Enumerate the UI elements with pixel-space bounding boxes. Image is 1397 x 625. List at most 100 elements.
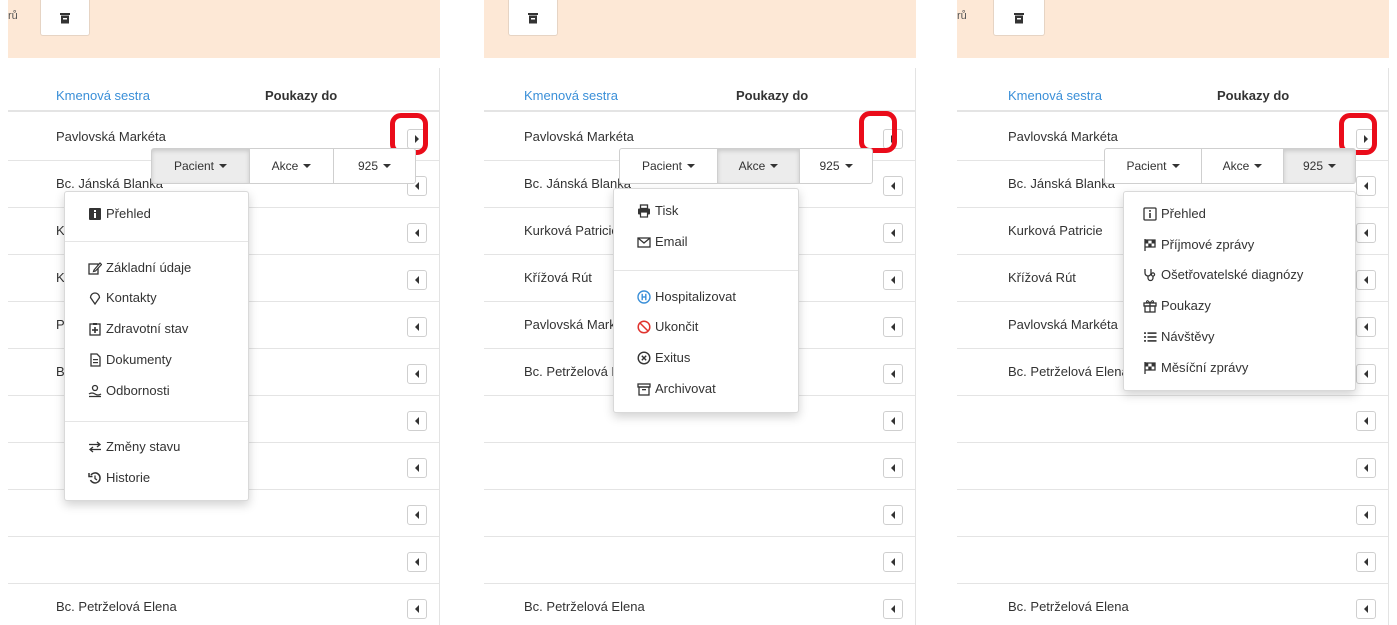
- row-collapse-button[interactable]: [883, 411, 903, 431]
- row-collapse-button[interactable]: [1356, 364, 1376, 384]
- table-row[interactable]: [957, 490, 1388, 537]
- menu-item-basic-info[interactable]: Základní údaje: [87, 260, 191, 275]
- table-row[interactable]: [957, 537, 1388, 584]
- col-vouchers-header[interactable]: Poukazy do: [1217, 88, 1289, 103]
- table-row[interactable]: [957, 396, 1388, 443]
- col-nurse-header[interactable]: Kmenová sestra: [1008, 88, 1102, 103]
- col-vouchers-header[interactable]: Poukazy do: [736, 88, 808, 103]
- table-row[interactable]: Bc. Petrželová Elena: [8, 584, 439, 625]
- row-collapse-button[interactable]: [1356, 411, 1376, 431]
- row-collapse-button[interactable]: [407, 317, 427, 337]
- row-collapse-button[interactable]: [883, 599, 903, 619]
- code-dropdown-button[interactable]: 925: [1284, 149, 1355, 183]
- trash-icon: [1014, 12, 1024, 23]
- row-collapse-button[interactable]: [407, 458, 427, 478]
- menu-item-label: Měsíční zprávy: [1161, 360, 1249, 375]
- col-vouchers-header[interactable]: Poukazy do: [265, 88, 337, 103]
- menu-item-label: Přehled: [1161, 206, 1206, 221]
- table-row[interactable]: Bc. Petrželová Elena: [957, 584, 1388, 625]
- code-dropdown-menu: Přehled Příjmové zprávy Ošetřovatelské d…: [1123, 191, 1356, 391]
- toolbar-truncated-label: rů: [957, 10, 967, 22]
- row-collapse-button[interactable]: [407, 223, 427, 243]
- caret-left-icon: [415, 323, 419, 331]
- row-collapse-button[interactable]: [407, 505, 427, 525]
- row-collapse-button[interactable]: [883, 458, 903, 478]
- col-nurse-header[interactable]: Kmenová sestra: [56, 88, 150, 103]
- row-collapse-button[interactable]: [883, 176, 903, 196]
- actions-dropdown-button[interactable]: Akce: [718, 149, 800, 183]
- menu-item-history[interactable]: Historie: [87, 470, 150, 485]
- row-collapse-button[interactable]: [1356, 599, 1376, 619]
- row-collapse-button[interactable]: [407, 599, 427, 619]
- row-collapse-button[interactable]: [883, 317, 903, 337]
- menu-item-archive[interactable]: Archivovat: [636, 381, 716, 396]
- nurse-name-cell: Pavlovská Markéta: [1008, 129, 1118, 144]
- delete-tab[interactable]: [993, 0, 1045, 36]
- row-collapse-button[interactable]: [407, 411, 427, 431]
- col-nurse-header[interactable]: Kmenová sestra: [524, 88, 618, 103]
- row-collapse-button[interactable]: [883, 364, 903, 384]
- menu-item-label: Základní údaje: [106, 260, 192, 275]
- menu-item-overview[interactable]: Přehled: [87, 206, 151, 221]
- menu-item-visits[interactable]: Návštěvy: [1142, 329, 1214, 344]
- nurse-name-cell: Křížová Rút: [524, 270, 592, 285]
- nurse-name-cell: Kurková Patricie: [524, 223, 619, 238]
- actions-dropdown-button[interactable]: Akce: [1202, 149, 1284, 183]
- table-row[interactable]: [8, 537, 439, 584]
- row-collapse-button[interactable]: [1356, 176, 1376, 196]
- row-collapse-button[interactable]: [883, 223, 903, 243]
- code-dropdown-button[interactable]: 925: [800, 149, 872, 183]
- patient-label: Pacient: [173, 159, 215, 173]
- menu-item-hospitalize[interactable]: Hospitalizovat: [636, 289, 736, 304]
- menu-item-label: Hospitalizovat: [655, 289, 736, 304]
- menu-item-terminate[interactable]: Ukončit: [636, 319, 698, 334]
- table-row[interactable]: [484, 537, 915, 584]
- actions-dropdown-button[interactable]: Akce: [250, 149, 334, 183]
- row-collapse-button[interactable]: [883, 505, 903, 525]
- table-row[interactable]: [957, 443, 1388, 490]
- row-collapse-button[interactable]: [1356, 505, 1376, 525]
- hospital-icon: [636, 289, 651, 304]
- row-collapse-button[interactable]: [1356, 317, 1376, 337]
- menu-item-email[interactable]: Email: [636, 234, 688, 249]
- table-row[interactable]: [484, 443, 915, 490]
- menu-item-specialties[interactable]: Odbornosti: [87, 383, 170, 398]
- table-header: Kmenová sestra Poukazy do: [8, 68, 439, 112]
- row-collapse-button[interactable]: [883, 270, 903, 290]
- row-collapse-button[interactable]: [1356, 458, 1376, 478]
- row-collapse-button[interactable]: [407, 552, 427, 572]
- table-row[interactable]: Bc. Petrželová Elena: [484, 584, 915, 625]
- table-row[interactable]: [484, 490, 915, 537]
- menu-item-documents[interactable]: Dokumenty: [87, 352, 172, 367]
- row-collapse-button[interactable]: [1356, 223, 1376, 243]
- menu-item-health-status[interactable]: Zdravotní stav: [87, 321, 188, 336]
- patient-dropdown-button[interactable]: Pacient: [152, 149, 250, 183]
- delete-tab[interactable]: [40, 0, 90, 36]
- patient-dropdown-button[interactable]: Pacient: [620, 149, 718, 183]
- row-collapse-button[interactable]: [407, 270, 427, 290]
- menu-item-vouchers[interactable]: Poukazy: [1142, 298, 1211, 313]
- menu-item-monthly-reports[interactable]: Měsíční zprávy: [1142, 360, 1248, 375]
- row-action-button-group: Pacient Akce 925: [151, 148, 416, 184]
- row-collapse-button[interactable]: [407, 364, 427, 384]
- row-collapse-button[interactable]: [1356, 552, 1376, 572]
- menu-item-label: Exitus: [655, 350, 691, 365]
- caret-down-icon: [770, 164, 779, 168]
- hand-icon: [87, 383, 102, 398]
- menu-item-overview[interactable]: Přehled: [1142, 206, 1206, 221]
- menu-item-status-changes[interactable]: Změny stavu: [87, 439, 180, 454]
- menu-item-contacts[interactable]: Kontakty: [87, 290, 157, 305]
- menu-item-admission-reports[interactable]: Příjmové zprávy: [1142, 237, 1254, 252]
- menu-item-exitus[interactable]: Exitus: [636, 350, 690, 365]
- caret-left-icon: [891, 605, 895, 613]
- delete-tab[interactable]: [508, 0, 558, 36]
- caret-left-icon: [891, 417, 895, 425]
- menu-item-nursing-diagnoses[interactable]: Ošetřovatelské diagnózy: [1142, 267, 1303, 282]
- caret-down-icon: [1171, 164, 1180, 168]
- patient-dropdown-button[interactable]: Pacient: [1105, 149, 1202, 183]
- code-dropdown-button[interactable]: 925: [334, 149, 415, 183]
- row-collapse-button[interactable]: [883, 552, 903, 572]
- menu-item-print[interactable]: Tisk: [636, 203, 678, 218]
- row-collapse-button[interactable]: [1356, 270, 1376, 290]
- caret-left-icon: [415, 417, 419, 425]
